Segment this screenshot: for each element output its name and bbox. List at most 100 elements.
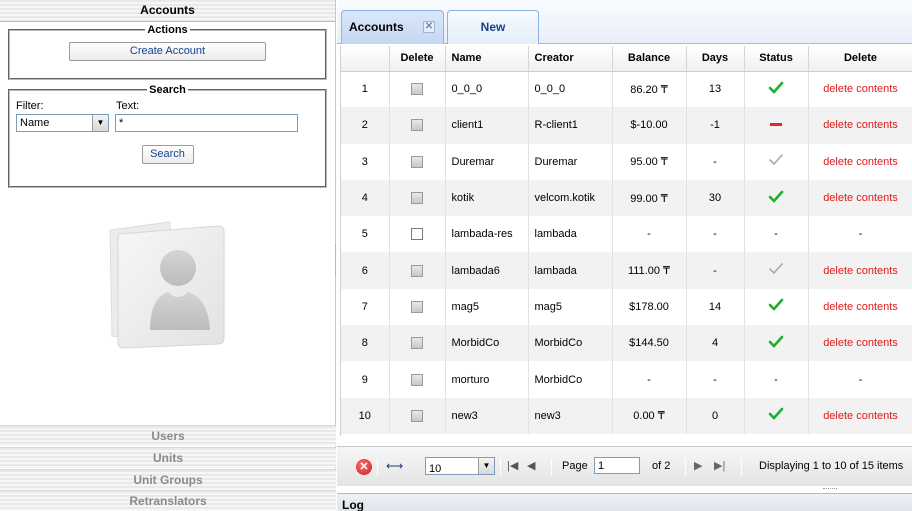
account-name[interactable]: 0_0_0 — [445, 71, 529, 108]
row-select-checkbox[interactable] — [411, 155, 423, 168]
page-size-value: 10 — [429, 463, 442, 475]
table-row[interactable]: 3 Duremar Duremar 95.00 ₸ - delete contents — [341, 143, 912, 180]
row-select-checkbox[interactable] — [411, 373, 423, 386]
row-select-checkbox[interactable] — [411, 337, 423, 350]
resize-handle[interactable] — [823, 488, 837, 491]
filter-select[interactable]: Name ▼ — [16, 114, 109, 132]
table-row[interactable]: 2 client1 R-client1 $-10.00 -1 delete content… — [341, 107, 912, 144]
row-select-cell — [389, 288, 446, 326]
delete-cell: delete contents — [808, 143, 912, 180]
actions-group: Actions Create Account — [8, 24, 327, 80]
column-header-days[interactable]: Days — [686, 46, 745, 72]
column-header-number[interactable] — [341, 46, 390, 72]
account-name[interactable]: lambada-res — [445, 216, 529, 253]
first-page-icon[interactable]: |◀ — [507, 457, 518, 475]
row-select-cell — [389, 179, 446, 217]
column-header-balance[interactable]: Balance — [612, 46, 687, 72]
page-number-input[interactable] — [594, 457, 640, 474]
nav-unit-groups[interactable]: Unit Groups — [0, 469, 336, 490]
status-cell — [744, 107, 809, 144]
table-row[interactable]: 5 lambada-res lambada - - - - — [341, 216, 912, 253]
delete-contents-link[interactable]: delete contents — [823, 119, 898, 131]
next-page-icon[interactable]: ▶ — [694, 457, 702, 475]
log-panel-header[interactable]: Log — [337, 493, 912, 511]
account-name[interactable]: Duremar — [445, 143, 529, 180]
row-number: 10 — [341, 397, 390, 434]
delete-contents-link[interactable]: delete contents — [823, 337, 898, 349]
account-balance: 99.00 ₸ — [612, 179, 687, 217]
account-days: - — [686, 143, 745, 180]
table-row[interactable]: 10 new3 new3 0.00 ₸ 0 delete contents — [341, 397, 912, 434]
column-header-delete-select[interactable]: Delete — [389, 46, 446, 72]
delete-contents-link[interactable]: delete contents — [823, 265, 898, 277]
row-select-checkbox[interactable] — [411, 119, 423, 132]
account-balance: - — [612, 361, 687, 398]
delete-contents-link[interactable]: delete contents — [823, 301, 898, 313]
status-inactive-icon — [768, 263, 784, 279]
account-balance: $144.50 — [612, 325, 687, 362]
row-number: 7 — [341, 288, 390, 326]
delete-contents-link[interactable]: delete contents — [823, 192, 898, 204]
table-row[interactable]: 9 morturo MorbidCo - - - - — [341, 361, 912, 398]
search-button[interactable]: Search — [141, 145, 194, 164]
delete-contents-link[interactable]: delete contents — [823, 83, 898, 95]
tab-new[interactable]: New — [447, 10, 539, 44]
row-select-checkbox[interactable] — [411, 409, 423, 422]
row-select-cell — [389, 107, 446, 144]
account-name[interactable]: MorbidCo — [445, 325, 529, 362]
account-name[interactable]: lambada6 — [445, 252, 529, 289]
column-header-delete[interactable]: Delete — [808, 46, 912, 72]
last-page-icon[interactable]: ▶| — [714, 457, 725, 475]
row-select-checkbox[interactable] — [411, 228, 423, 241]
account-creator: MorbidCo — [528, 361, 613, 398]
status-cell — [744, 71, 809, 108]
prev-page-icon[interactable]: ◀ — [527, 457, 535, 475]
column-header-creator[interactable]: Creator — [528, 46, 613, 72]
account-days: - — [686, 252, 745, 289]
row-select-checkbox[interactable] — [411, 192, 423, 205]
text-label: Text: — [116, 100, 140, 112]
account-name[interactable]: client1 — [445, 107, 529, 144]
table-row[interactable]: 8 MorbidCo MorbidCo $144.50 4 delete contents — [341, 325, 912, 362]
row-select-checkbox[interactable] — [411, 83, 423, 96]
nav-units[interactable]: Units — [0, 447, 336, 468]
status-cell — [744, 179, 809, 217]
chevron-down-icon[interactable]: ▼ — [478, 458, 494, 474]
page-count-label: of 2 — [652, 460, 671, 472]
table-row[interactable]: 4 kotik velcom.kotik 99.00 ₸ 30 delete conten… — [341, 179, 912, 217]
table-row[interactable]: 1 0_0_0 0_0_0 86.20 ₸ 13 delete contents — [341, 71, 912, 108]
nav-users[interactable]: Users — [0, 425, 336, 446]
account-days: -1 — [686, 107, 745, 144]
account-days: 4 — [686, 325, 745, 362]
delete-cell: delete contents — [808, 325, 912, 362]
nav-retranslators[interactable]: Retranslators — [0, 490, 336, 511]
account-name[interactable]: new3 — [445, 397, 529, 434]
status-blocked-icon — [768, 122, 784, 134]
close-icon[interactable]: ✕ — [423, 21, 435, 33]
create-account-button[interactable]: Create Account — [69, 42, 266, 61]
search-group: Search Filter: Text: Name ▼ Search — [8, 84, 327, 188]
page-size-select[interactable]: 10 ▼ — [425, 457, 495, 475]
column-header-status[interactable]: Status — [744, 46, 809, 72]
account-name[interactable]: mag5 — [445, 288, 529, 326]
tab-accounts[interactable]: Accounts ✕ — [341, 10, 444, 44]
chevron-down-icon[interactable]: ▼ — [92, 115, 108, 131]
cancel-icon[interactable]: ✕ — [356, 459, 372, 475]
table-row[interactable]: 7 mag5 mag5 $178.00 14 delete contents — [341, 288, 912, 326]
account-creator: velcom.kotik — [528, 179, 613, 217]
row-select-checkbox[interactable] — [411, 264, 423, 277]
account-name[interactable]: morturo — [445, 361, 529, 398]
toolbar-separator — [741, 458, 742, 476]
search-text-input[interactable] — [115, 114, 298, 132]
account-name[interactable]: kotik — [445, 179, 529, 217]
grid-header-row: Delete Name Creator Balance Days Status … — [341, 46, 912, 72]
table-row[interactable]: 6 lambada6 lambada 111.00 ₸ - delete contents — [341, 252, 912, 289]
delete-contents-link[interactable]: delete contents — [823, 410, 898, 422]
account-days: 0 — [686, 397, 745, 434]
column-header-name[interactable]: Name — [445, 46, 529, 72]
delete-contents-link[interactable]: delete contents — [823, 156, 898, 168]
row-select-checkbox[interactable] — [411, 300, 423, 313]
row-select-cell — [389, 143, 446, 180]
delete-cell: delete contents — [808, 288, 912, 326]
delete-cell: delete contents — [808, 107, 912, 144]
